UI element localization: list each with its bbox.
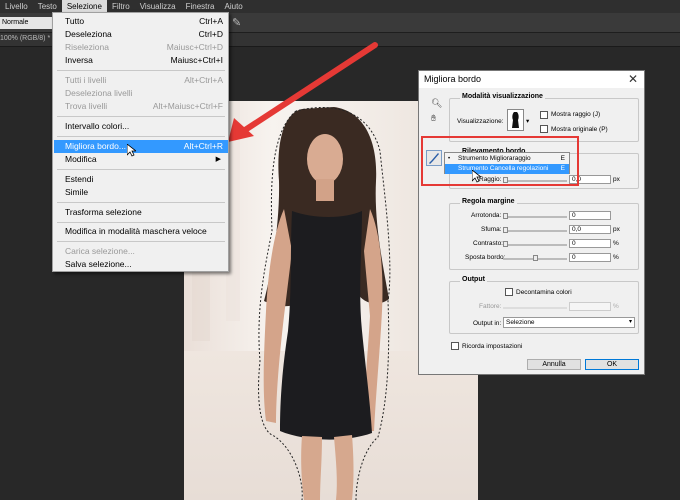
menu-separator (57, 116, 225, 117)
feather-slider[interactable] (503, 227, 567, 233)
menu-item-tutto[interactable]: Tutto Ctrl+A (54, 15, 228, 28)
document-tab-label: 100% (RGB/8) * (0, 35, 51, 42)
ok-button[interactable]: OK (585, 359, 639, 370)
shift-edge-unit: % (613, 254, 619, 261)
menu-separator (57, 136, 225, 137)
feather-unit: px (613, 226, 620, 233)
smooth-slider[interactable] (503, 213, 567, 219)
menu-item-riseleziona: Riseleziona Maiusc+Ctrl+D (65, 42, 223, 52)
menu-item-intervallo-colori[interactable]: Intervallo colori... (54, 120, 228, 133)
menu-item-deseleziona-livelli: Deseleziona livelli (65, 88, 133, 98)
cancel-button[interactable]: Annulla (527, 359, 581, 370)
menu-separator (57, 169, 225, 170)
amount-slider (503, 307, 567, 309)
amount-unit: % (613, 303, 619, 310)
decontaminate-label: Decontamina colori (516, 289, 572, 296)
view-label: Visualizzazione: (457, 118, 504, 125)
show-original-label: Mostra originale (P) (551, 126, 608, 133)
smooth-input[interactable]: 0 (569, 211, 611, 220)
menu-item-carica-selezione: Carica selezione... (65, 246, 135, 256)
menu-item-salva-selezione[interactable]: Salva selezione... (54, 258, 228, 271)
chevron-down-icon: ▾ (628, 319, 632, 325)
menu-item-inversa[interactable]: Inversa Maiusc+Ctrl+I (54, 54, 228, 67)
view-thumbnail-image (508, 110, 523, 130)
output-to-label: Output in: (473, 320, 502, 327)
amount-input (569, 302, 611, 311)
smooth-slider-thumb[interactable] (503, 213, 508, 219)
remember-label: Ricorda impostazioni (462, 343, 523, 350)
feather-input[interactable]: 0,0 (569, 225, 611, 234)
menu-item-deseleziona[interactable]: Deseleziona Ctrl+D (54, 28, 228, 41)
close-icon[interactable]: ✕ (628, 72, 638, 86)
blend-mode-select[interactable]: Normale (0, 17, 52, 29)
dialog-title: Migliora bordo (424, 74, 482, 84)
show-original-checkbox[interactable] (540, 125, 548, 133)
menu-separator (57, 70, 225, 71)
contrast-label: Contrasto: (473, 240, 503, 247)
mouse-cursor-icon (127, 144, 136, 157)
contrast-unit: % (613, 240, 619, 247)
shift-edge-slider[interactable] (503, 255, 567, 261)
menu-item-migliora-bordo[interactable]: Migliora bordo... Alt+Ctrl+R (54, 140, 228, 153)
radius-unit: px (613, 176, 620, 183)
output-to-select[interactable]: Selezione ▾ (503, 317, 635, 328)
output-to-value: Selezione (506, 319, 535, 326)
smooth-label: Arrotonda: (471, 212, 502, 219)
shift-edge-label: Sposta bordo: (465, 254, 506, 261)
view-thumbnail[interactable] (507, 109, 524, 131)
menu-item-trasforma-selezione[interactable]: Trasforma selezione (54, 206, 228, 219)
annotation-highlight-box (421, 136, 579, 186)
submenu-arrow-icon: ▶ (215, 156, 221, 163)
menu-item-maschera-veloce[interactable]: Modifica in modalità maschera veloce (54, 225, 228, 238)
menu-item-tutti-i-livelli: Tutti i livelli Alt+Ctrl+A (65, 75, 223, 85)
menu-separator (57, 241, 225, 242)
menu-livello[interactable]: Livello (0, 0, 33, 13)
shift-edge-slider-thumb[interactable] (533, 255, 538, 261)
view-mode-title: Modalità visualizzazione (460, 93, 545, 100)
zoom-icon[interactable]: 🔍︎ (431, 98, 442, 109)
dialog-titlebar: Migliora bordo ✕ (419, 71, 644, 88)
menu-item-estendi[interactable]: Estendi (54, 173, 228, 186)
menu-item-modifica[interactable]: Modifica ▶ (54, 153, 228, 166)
menu-item-trova-livelli: Trova livelli Alt+Maiusc+Ctrl+F (65, 101, 223, 111)
annotation-arrow (228, 42, 378, 142)
feather-label: Sfuma: (481, 226, 502, 233)
brush-icon[interactable]: ✎ (232, 16, 241, 29)
contrast-slider-thumb[interactable] (503, 241, 508, 247)
amount-label: Fattore: (479, 303, 502, 310)
hand-icon[interactable]: ✋︎ (431, 113, 436, 124)
show-radius-checkbox[interactable] (540, 111, 548, 119)
feather-slider-thumb[interactable] (503, 227, 508, 233)
refine-edge-dialog: Migliora bordo ✕ 🔍︎ ✋︎ Modalità visualiz… (418, 70, 645, 375)
selection-menu: Tutto Ctrl+A Deseleziona Ctrl+D Riselezion… (52, 12, 229, 272)
remember-checkbox[interactable] (451, 342, 459, 350)
show-radius-label: Mostra raggio (J) (551, 111, 601, 118)
menu-separator (57, 222, 225, 223)
menu-item-simile[interactable]: Simile (54, 186, 228, 199)
contrast-input[interactable]: 0 (569, 239, 611, 248)
contrast-slider[interactable] (503, 241, 567, 247)
chevron-down-icon[interactable]: ▾ (526, 117, 529, 125)
menu-separator (57, 202, 225, 203)
decontaminate-checkbox[interactable] (505, 288, 513, 296)
adjust-edge-title: Regola margine (460, 198, 517, 205)
shift-edge-input[interactable]: 0 (569, 253, 611, 262)
output-title: Output (460, 276, 487, 283)
